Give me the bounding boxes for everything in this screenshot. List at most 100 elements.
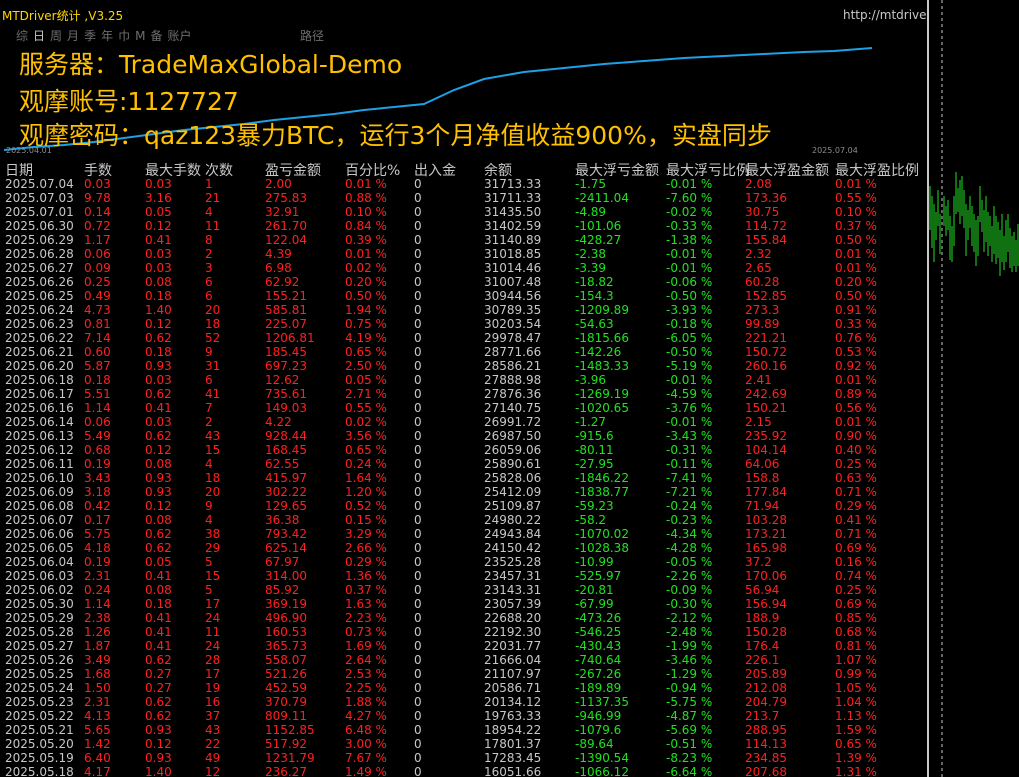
table-row[interactable]: 2025.05.23 2.31 0.62 16 370.79 1.88 % 0 20134.1…: [0, 695, 927, 709]
table-cell: 2025.05.24: [5, 681, 74, 695]
table-cell: -525.97: [575, 569, 622, 583]
table-cell: 6.48 %: [345, 723, 387, 737]
table-row[interactable]: 2025.06.11 0.19 0.08 4 62.55 0.24 % 0 25890.61 -…: [0, 457, 927, 471]
table-row[interactable]: 2025.06.24 4.73 1.40 20 585.81 1.94 % 0 30789.3…: [0, 303, 927, 317]
table-row[interactable]: 2025.06.07 0.17 0.08 4 36.38 0.15 % 0 24980.22 -…: [0, 513, 927, 527]
table-row[interactable]: 2025.05.19 6.40 0.93 49 1231.79 7.67 % 0 17283.…: [0, 751, 927, 765]
table-row[interactable]: 2025.05.24 1.50 0.27 19 452.59 2.25 % 0 20586.7…: [0, 681, 927, 695]
table-row[interactable]: 2025.06.22 7.14 0.62 52 1206.81 4.19 % 0 29978.…: [0, 331, 927, 345]
table-cell: 17: [205, 597, 221, 611]
table-row[interactable]: 2025.07.04 0.03 0.03 1 2.00 0.01 % 0 31713.33 -1…: [0, 177, 927, 191]
table-cell: -2.12 %: [666, 611, 713, 625]
table-cell: -1209.89: [575, 303, 629, 317]
table-row[interactable]: 2025.06.16 1.14 0.41 7 149.03 0.55 % 0 27140.75…: [0, 401, 927, 415]
table-cell: 0.20 %: [345, 275, 387, 289]
table-cell: 0.08: [145, 275, 172, 289]
table-row[interactable]: 2025.07.03 9.78 3.16 21 275.83 0.88 % 0 31711.3…: [0, 191, 927, 205]
table-cell: 0.50 %: [835, 289, 877, 303]
table-row[interactable]: 2025.06.28 0.06 0.03 2 4.39 0.01 % 0 31018.85 -2…: [0, 247, 927, 261]
table-row[interactable]: 2025.06.29 1.17 0.41 8 122.04 0.39 % 0 31140.89…: [0, 233, 927, 247]
table-row[interactable]: 2025.06.06 5.75 0.62 38 793.42 3.29 % 0 24943.8…: [0, 527, 927, 541]
table-cell: 30789.35: [484, 303, 542, 317]
table-cell: 23525.28: [484, 555, 542, 569]
table-row[interactable]: 2025.05.29 2.38 0.41 24 496.90 2.23 % 0 22688.2…: [0, 611, 927, 625]
period-tab[interactable]: 综: [16, 29, 28, 43]
table-row[interactable]: 2025.06.17 5.51 0.62 41 735.61 2.71 % 0 27876.3…: [0, 387, 927, 401]
table-row[interactable]: 2025.06.30 0.72 0.12 11 261.70 0.84 % 0 31402.5…: [0, 219, 927, 233]
table-row[interactable]: 2025.06.13 5.49 0.62 43 928.44 3.56 % 0 26987.5…: [0, 429, 927, 443]
table-cell: -0.06 %: [666, 275, 713, 289]
table-cell: 0.93: [145, 751, 172, 765]
table-cell: 314.00: [265, 569, 307, 583]
table-row[interactable]: 2025.06.09 3.18 0.93 20 302.22 1.20 % 0 25412.0…: [0, 485, 927, 499]
table-cell: 24: [205, 611, 221, 625]
table-row[interactable]: 2025.06.05 4.18 0.62 29 625.14 2.66 % 0 24150.4…: [0, 541, 927, 555]
table-cell: 25109.87: [484, 499, 542, 513]
period-tab[interactable]: 账户: [167, 29, 191, 43]
table-cell: 0.62: [145, 709, 172, 723]
period-tab[interactable]: 月: [67, 29, 79, 43]
table-cell: 1.94 %: [345, 303, 387, 317]
table-cell: 0.41: [145, 625, 172, 639]
table-cell: 62.92: [265, 275, 300, 289]
table-cell: 20586.71: [484, 681, 542, 695]
table-cell: 173.36: [745, 191, 787, 205]
table-cell: 2025.06.05: [5, 541, 74, 555]
table-row[interactable]: 2025.06.27 0.09 0.03 3 6.98 0.02 % 0 31014.46 -3…: [0, 261, 927, 275]
table-cell: 152.85: [745, 289, 787, 303]
table-cell: 0.25 %: [835, 583, 877, 597]
table-row[interactable]: 2025.05.28 1.26 0.41 11 160.53 0.73 % 0 22192.3…: [0, 625, 927, 639]
table-cell: 150.28: [745, 625, 787, 639]
table-row[interactable]: 2025.05.27 1.87 0.41 24 365.73 1.69 % 0 22031.7…: [0, 639, 927, 653]
table-cell: 2025.06.18: [5, 373, 74, 387]
table-cell: 4.22: [265, 415, 292, 429]
period-tab[interactable]: 季: [84, 29, 96, 43]
table-cell: 0.03: [145, 261, 172, 275]
table-cell: -546.25: [575, 625, 622, 639]
table-row[interactable]: 2025.05.25 1.68 0.27 17 521.26 2.53 % 0 21107.9…: [0, 667, 927, 681]
table-cell: -7.60 %: [666, 191, 713, 205]
table-row[interactable]: 2025.06.12 0.68 0.12 15 168.45 0.65 % 0 26059.0…: [0, 443, 927, 457]
period-tab[interactable]: 年: [101, 29, 113, 43]
period-tab[interactable]: 日: [33, 29, 45, 43]
table-row[interactable]: 2025.06.10 3.43 0.93 18 415.97 1.64 % 0 25828.0…: [0, 471, 927, 485]
table-cell: -1.38 %: [666, 233, 713, 247]
table-row[interactable]: 2025.05.18 4.17 1.40 12 236.27 1.49 % 0 16051.6…: [0, 765, 927, 777]
table-row[interactable]: 2025.06.21 0.60 0.18 9 185.45 0.65 % 0 28771.66…: [0, 345, 927, 359]
table-row[interactable]: 2025.06.25 0.49 0.18 6 155.21 0.50 % 0 30944.56…: [0, 289, 927, 303]
table-row[interactable]: 2025.05.30 1.14 0.18 17 369.19 1.63 % 0 23057.3…: [0, 597, 927, 611]
table-cell: 1152.85: [265, 723, 315, 737]
table-row[interactable]: 2025.06.08 0.42 0.12 9 129.65 0.52 % 0 25109.87…: [0, 499, 927, 513]
table-row[interactable]: 2025.06.14 0.06 0.03 2 4.22 0.02 % 0 26991.72 -1…: [0, 415, 927, 429]
period-tab[interactable]: 巾: [118, 29, 130, 43]
website-link[interactable]: http://mtdriver.cn: [843, 8, 927, 22]
table-row[interactable]: 2025.06.02 0.24 0.08 5 85.92 0.37 % 0 23143.31 -…: [0, 583, 927, 597]
period-tab[interactable]: M: [135, 29, 145, 43]
table-cell: 558.07: [265, 653, 307, 667]
table-row[interactable]: 2025.05.20 1.42 0.12 22 517.92 3.00 % 0 17801.3…: [0, 737, 927, 751]
table-row[interactable]: 2025.06.20 5.87 0.93 31 697.23 2.50 % 0 28586.2…: [0, 359, 927, 373]
table-cell: 207.68: [745, 765, 787, 777]
period-tab[interactable]: 周: [50, 29, 62, 43]
table-cell: 85.92: [265, 583, 300, 597]
table-row[interactable]: 2025.05.26 3.49 0.62 28 558.07 2.64 % 0 21666.0…: [0, 653, 927, 667]
table-row[interactable]: 2025.05.22 4.13 0.62 37 809.11 4.27 % 0 19763.3…: [0, 709, 927, 723]
table-row[interactable]: 2025.06.18 0.18 0.03 6 12.62 0.05 % 0 27888.98 -…: [0, 373, 927, 387]
table-cell: 4: [205, 205, 213, 219]
table-cell: -2.38: [575, 247, 607, 261]
table-cell: 4: [205, 513, 213, 527]
table-cell: 2025.05.29: [5, 611, 74, 625]
period-tab[interactable]: 备: [150, 29, 162, 43]
table-row[interactable]: 2025.05.21 5.65 0.93 43 1152.85 6.48 % 0 18954.…: [0, 723, 927, 737]
table-cell: 43: [205, 429, 221, 443]
table-row[interactable]: 2025.06.23 0.81 0.12 18 225.07 0.75 % 0 30203.5…: [0, 317, 927, 331]
table-row[interactable]: 2025.06.26 0.25 0.08 6 62.92 0.20 % 0 31007.48 -…: [0, 275, 927, 289]
table-row[interactable]: 2025.06.04 0.19 0.05 5 67.97 0.29 % 0 23525.28 -…: [0, 555, 927, 569]
table-row[interactable]: 2025.06.03 2.31 0.41 15 314.00 1.36 % 0 23457.3…: [0, 569, 927, 583]
table-row[interactable]: 2025.07.01 0.14 0.05 4 32.91 0.10 % 0 31435.50 -…: [0, 205, 927, 219]
route-label: 路径: [300, 29, 325, 43]
table-cell: 3.18: [84, 485, 111, 499]
table-cell: 1.40: [145, 303, 172, 317]
table-cell: 21107.97: [484, 667, 542, 681]
table-cell: 22031.77: [484, 639, 542, 653]
